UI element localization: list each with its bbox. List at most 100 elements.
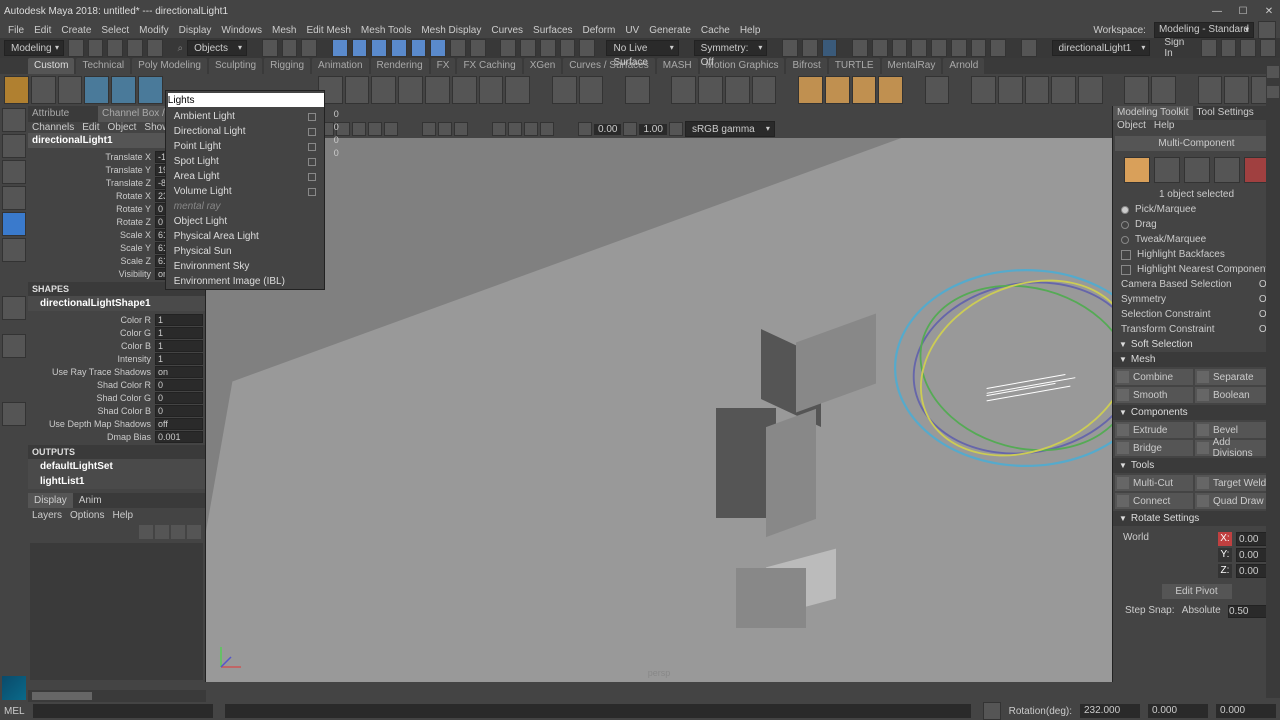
shelf-icon[interactable] — [552, 76, 577, 104]
main-menu-curves[interactable]: Curves — [487, 25, 527, 36]
toggle-icon[interactable] — [1021, 39, 1037, 57]
workspace-icon[interactable] — [1258, 21, 1276, 39]
tools-section[interactable]: Tools — [1113, 458, 1280, 473]
rp-menu-help[interactable]: Help — [1154, 120, 1175, 134]
vertex-mode-button[interactable] — [1154, 157, 1180, 183]
shelf-icon[interactable] — [84, 76, 109, 104]
main-menu-file[interactable]: File — [4, 25, 28, 36]
light-menu-item[interactable]: Directional Light — [166, 124, 324, 139]
vp-tool-icon[interactable] — [422, 122, 436, 136]
connect-button[interactable]: Connect — [1115, 493, 1193, 509]
step-snap-field[interactable] — [1228, 605, 1268, 618]
close-button[interactable]: ✕ — [1262, 4, 1276, 18]
magnet-icon[interactable] — [470, 39, 486, 57]
vp-tool-icon[interactable] — [438, 122, 452, 136]
light-menu-item[interactable]: Physical Sun — [166, 244, 324, 259]
shelf-icon[interactable] — [4, 76, 29, 104]
rp-menu-object[interactable]: Object — [1117, 120, 1146, 134]
vp-tool-icon[interactable] — [352, 122, 366, 136]
shelf-icon[interactable] — [138, 76, 163, 104]
four-view-icon[interactable] — [2, 402, 26, 426]
object-mode-button[interactable] — [1124, 157, 1150, 183]
selection-option[interactable]: Highlight Backfaces — [1113, 247, 1280, 262]
lock-icon[interactable] — [450, 39, 466, 57]
main-menu-mesh[interactable]: Mesh — [268, 25, 300, 36]
shelf-icon[interactable] — [31, 76, 56, 104]
marketplace-icon[interactable] — [1201, 39, 1217, 57]
shelf-icon[interactable] — [58, 76, 83, 104]
shelf-icon[interactable] — [725, 76, 750, 104]
main-menu-select[interactable]: Select — [97, 25, 133, 36]
add-divisions-button[interactable]: Add Divisions — [1195, 440, 1273, 456]
attr-value[interactable]: 1 — [155, 327, 203, 339]
main-menu-uv[interactable]: UV — [621, 25, 643, 36]
main-menu-edit-mesh[interactable]: Edit Mesh — [302, 25, 354, 36]
shelf-icon[interactable] — [1151, 76, 1176, 104]
sidebar-icon[interactable] — [1267, 66, 1279, 78]
history-icon[interactable] — [500, 39, 516, 57]
separate-button[interactable]: Separate — [1195, 369, 1273, 385]
panel-layout-4-icon[interactable] — [911, 39, 927, 57]
light-menu-item[interactable]: Ambient Light — [166, 109, 324, 124]
workspace-combo[interactable]: Modeling - Standard — [1154, 22, 1254, 38]
minimize-button[interactable]: — — [1210, 4, 1224, 18]
render-icon[interactable] — [782, 39, 798, 57]
shelf-icon[interactable] — [479, 76, 504, 104]
move-tool[interactable] — [2, 160, 26, 184]
vp-tool-icon[interactable] — [384, 122, 398, 136]
undo-icon[interactable] — [127, 39, 143, 57]
selection-option[interactable]: Drag — [1113, 217, 1280, 232]
shelf-tab[interactable]: Rendering — [371, 58, 429, 74]
panel-layout-1-icon[interactable] — [852, 39, 868, 57]
layers-list[interactable] — [30, 543, 203, 680]
attr-value[interactable]: 0 — [155, 405, 203, 417]
target-weld-button[interactable]: Target Weld — [1195, 475, 1273, 491]
main-menu-modify[interactable]: Modify — [135, 25, 172, 36]
shelf-icon[interactable] — [111, 76, 136, 104]
shelf-icon[interactable] — [1078, 76, 1103, 104]
panel-layout-6-icon[interactable] — [951, 39, 967, 57]
shelf-icon[interactable] — [1124, 76, 1149, 104]
history-2-icon[interactable] — [520, 39, 536, 57]
sign-in-button[interactable]: Sign In — [1158, 37, 1197, 59]
shelf-icon[interactable] — [852, 76, 877, 104]
multi-cut-button[interactable]: Multi-Cut — [1115, 475, 1193, 491]
shelf-tab[interactable]: Poly Modeling — [132, 58, 207, 74]
shelf-icon[interactable] — [1025, 76, 1050, 104]
shelf-icon[interactable] — [825, 76, 850, 104]
shelf-icon[interactable] — [505, 76, 530, 104]
open-scene-icon[interactable] — [88, 39, 104, 57]
scale-tool[interactable] — [2, 212, 26, 236]
shelf-tab[interactable]: Bifrost — [786, 58, 826, 74]
shelf-icon[interactable] — [698, 76, 723, 104]
rotate-settings-section[interactable]: Rotate Settings — [1113, 511, 1280, 526]
anim-tab[interactable]: Anim — [73, 493, 108, 508]
ipr-icon[interactable] — [802, 39, 818, 57]
light-menu-item[interactable]: Environment Sky — [166, 259, 324, 274]
light-menu-item[interactable]: Volume Light — [166, 184, 324, 199]
main-menu-windows[interactable]: Windows — [217, 25, 266, 36]
attribute-editor-tab[interactable]: Attribute Editor — [28, 106, 98, 122]
shelf-icon[interactable] — [371, 76, 396, 104]
light-menu-item[interactable]: Environment Image (IBL) — [166, 274, 324, 289]
shelf-tab[interactable]: TURTLE — [829, 58, 880, 74]
main-menu-surfaces[interactable]: Surfaces — [529, 25, 576, 36]
attr-value[interactable]: off — [155, 418, 203, 430]
layers-menu-item[interactable]: Help — [112, 510, 133, 521]
main-menu-create[interactable]: Create — [57, 25, 95, 36]
mel-input[interactable] — [33, 704, 213, 718]
panel-layout-8-icon[interactable] — [990, 39, 1006, 57]
mesh-section[interactable]: Mesh — [1113, 352, 1280, 367]
lasso-icon[interactable] — [282, 39, 298, 57]
shelf-tab[interactable]: MASH — [657, 58, 698, 74]
shelf-icon[interactable] — [425, 76, 450, 104]
colorspace-icon[interactable] — [669, 122, 683, 136]
toolkit-toggle-icon[interactable] — [1221, 39, 1237, 57]
smooth-button[interactable]: Smooth — [1115, 387, 1193, 403]
layer-icon[interactable] — [187, 525, 201, 539]
shelf-tab[interactable]: Sculpting — [209, 58, 262, 74]
light-menu-item[interactable]: Point Light — [166, 139, 324, 154]
render-view-icon[interactable] — [822, 39, 838, 57]
shelf-icon[interactable] — [878, 76, 903, 104]
shelf-icon[interactable] — [1051, 76, 1076, 104]
